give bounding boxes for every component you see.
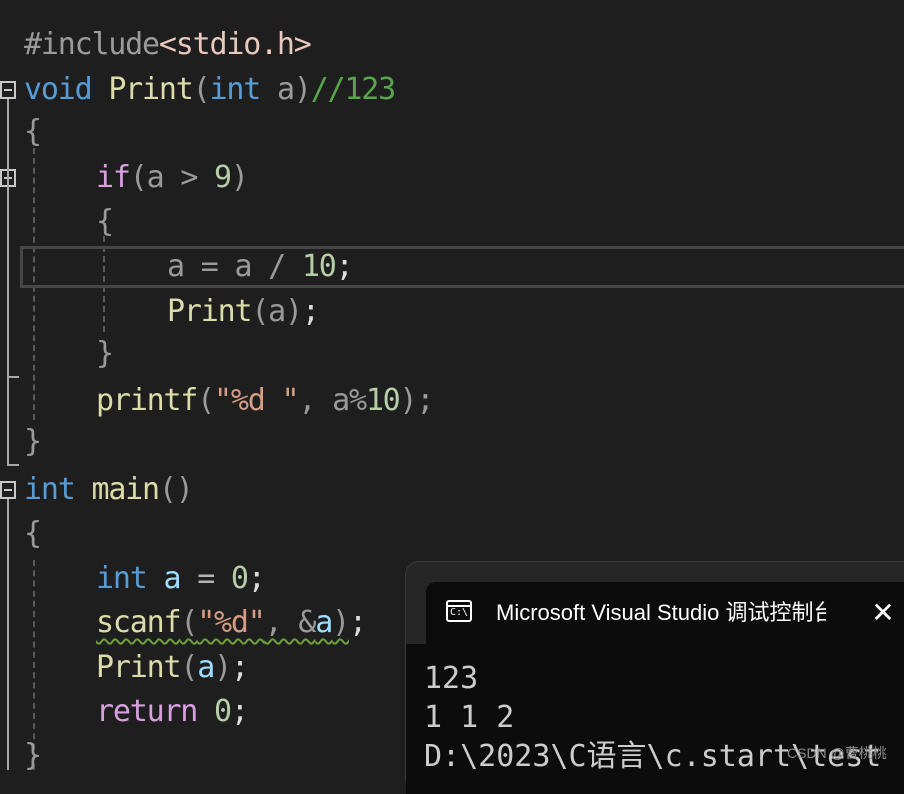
code-line[interactable]: Print(a); <box>167 290 320 334</box>
code-line[interactable]: { <box>24 512 42 556</box>
code-line[interactable]: { <box>24 110 42 154</box>
collapse-icon[interactable] <box>0 481 16 499</box>
close-icon[interactable]: ✕ <box>866 596 900 630</box>
collapse-icon[interactable] <box>0 81 16 99</box>
current-line-highlight <box>20 246 904 288</box>
watermark: CSDN @曹桃桃 <box>787 745 887 761</box>
warning-squiggle[interactable]: scanf("%d", &a) <box>96 605 350 640</box>
outline-line <box>7 499 9 770</box>
console-line: 1 1 2 <box>424 700 515 735</box>
outline-line <box>7 99 9 466</box>
code-line[interactable]: #include<stdio.h> <box>24 23 312 67</box>
outline-line <box>7 464 19 466</box>
code-line[interactable]: void Print(int a)//123 <box>24 68 396 112</box>
console-output[interactable]: 123 1 1 2 D:\2023\C语言\c.start\test <box>406 644 904 794</box>
code-line[interactable]: printf("%d ", a%10); <box>96 379 434 423</box>
code-line[interactable]: { <box>96 200 114 244</box>
code-line[interactable]: } <box>24 420 42 464</box>
code-line[interactable]: scanf("%d", &a); <box>96 601 367 645</box>
code-line[interactable]: return 0; <box>96 690 249 734</box>
console-line: 123 <box>424 661 479 696</box>
code-line[interactable]: a = a / 10; <box>167 245 354 289</box>
code-line[interactable]: } <box>24 734 42 778</box>
console-icon: C:\ <box>446 600 472 622</box>
code-line[interactable]: int main() <box>24 468 194 512</box>
code-line[interactable]: Print(a); <box>96 646 249 690</box>
outline-line <box>7 376 19 378</box>
code-line[interactable]: } <box>96 332 114 376</box>
console-title: Microsoft Visual Studio 调试控制台 <box>496 600 826 625</box>
code-line[interactable]: int a = 0; <box>96 557 266 601</box>
console-tab[interactable]: C:\ Microsoft Visual Studio 调试控制台 ✕ <box>426 582 904 644</box>
code-line[interactable]: if(a > 9) <box>96 156 249 200</box>
